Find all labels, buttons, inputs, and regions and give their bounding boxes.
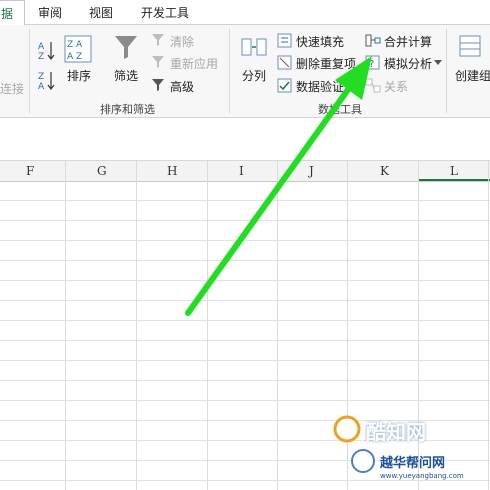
watermark: 酷知网 越华帮问网 www.yueyangbang.com xyxy=(322,410,490,490)
watermark-sub-text: 越华帮问网 xyxy=(380,456,446,471)
watermark-logo-icon xyxy=(333,415,361,443)
watermark-url: www.yueyangbang.com xyxy=(380,472,464,480)
watermark-main-text: 酷知网 xyxy=(366,420,426,444)
watermark-wifi-icon xyxy=(351,449,375,473)
